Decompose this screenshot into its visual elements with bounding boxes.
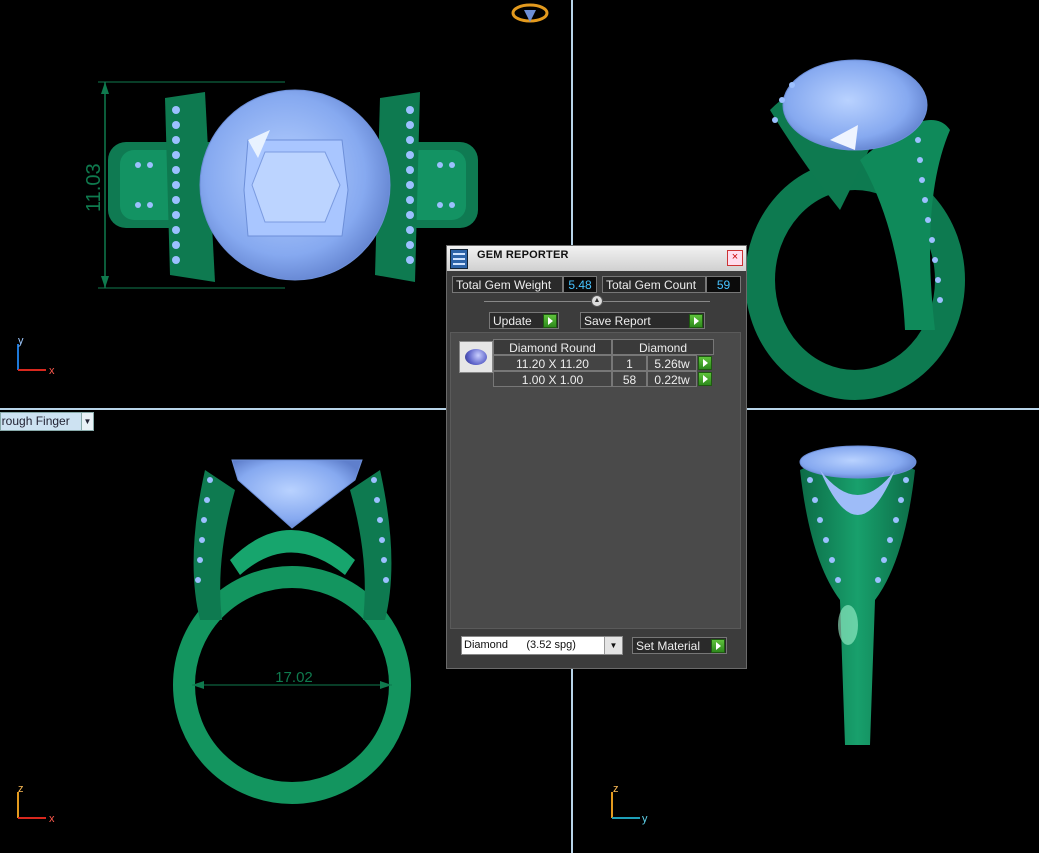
gem-reporter-icon — [450, 249, 468, 269]
perspective-ring — [745, 59, 965, 400]
total-gem-weight-value: 5.48 — [563, 276, 597, 293]
side-view-ring — [799, 445, 917, 745]
svg-text:y: y — [18, 335, 24, 347]
view-mode-dropdown[interactable]: hrough Finger ▼ — [0, 412, 94, 431]
chevron-down-icon[interactable]: ▼ — [81, 413, 93, 430]
svg-text:x: x — [49, 365, 55, 377]
row-size: 1.00 X 1.00 — [493, 371, 612, 387]
view-mode-label: hrough Finger — [0, 414, 70, 428]
axis-indicator-bottom-left: z x — [17, 783, 55, 825]
total-gem-weight-label: Total Gem Weight — [452, 276, 563, 293]
gem-reporter-panel: GEM REPORTER × Total Gem Weight 5.48 Tot… — [446, 245, 747, 669]
material-select-value: Diamond (3.52 spg) — [464, 639, 576, 651]
collapse-handle-icon[interactable]: ▲ — [591, 295, 603, 307]
set-material-label: Set Material — [636, 639, 701, 653]
row-weight: 0.22tw — [647, 371, 697, 387]
close-button[interactable]: × — [727, 250, 743, 266]
svg-text:y: y — [642, 813, 648, 825]
row-count: 1 — [612, 355, 647, 371]
top-view-ring: 11.03 — [83, 81, 478, 289]
row-select-arrow-icon[interactable] — [698, 356, 712, 370]
front-dimension-label: 17.02 — [275, 669, 313, 686]
axis-indicator-top-left: y x — [17, 335, 55, 377]
play-arrow-icon[interactable] — [711, 639, 725, 653]
view-cube-icon — [511, 3, 549, 23]
save-report-button[interactable]: Save Report — [580, 312, 705, 329]
axis-indicator-bottom-right: z y — [611, 783, 648, 825]
panel-title: GEM REPORTER — [477, 249, 569, 261]
row-count: 58 — [612, 371, 647, 387]
play-arrow-icon[interactable] — [543, 314, 557, 328]
update-button[interactable]: Update — [489, 312, 559, 329]
material-select[interactable]: Diamond (3.52 spg) ▼ — [461, 636, 623, 655]
svg-text:z: z — [18, 783, 24, 795]
total-gem-count-label: Total Gem Count — [602, 276, 706, 293]
row-size: 11.20 X 11.20 — [493, 355, 612, 371]
svg-text:z: z — [613, 783, 619, 795]
gem-list[interactable]: Diamond Round Diamond 11.20 X 11.20 1 5.… — [450, 332, 741, 629]
play-arrow-icon[interactable] — [689, 314, 703, 328]
column-header-material: Diamond — [612, 339, 714, 355]
panel-titlebar[interactable]: GEM REPORTER × — [447, 246, 746, 271]
diamond-icon — [465, 349, 487, 365]
row-weight: 5.26tw — [647, 355, 697, 371]
set-material-button[interactable]: Set Material — [632, 637, 727, 654]
front-view-ring: 17.02 — [173, 459, 411, 804]
chevron-down-icon[interactable]: ▼ — [604, 637, 622, 654]
save-report-label: Save Report — [584, 314, 651, 328]
svg-text:x: x — [49, 813, 55, 825]
gem-thumbnail — [459, 341, 493, 373]
column-header-shape: Diamond Round — [493, 339, 612, 355]
top-dimension-label: 11.03 — [83, 163, 105, 212]
row-select-arrow-icon[interactable] — [698, 372, 712, 386]
update-label: Update — [493, 314, 532, 328]
total-gem-count-value: 59 — [706, 276, 741, 293]
